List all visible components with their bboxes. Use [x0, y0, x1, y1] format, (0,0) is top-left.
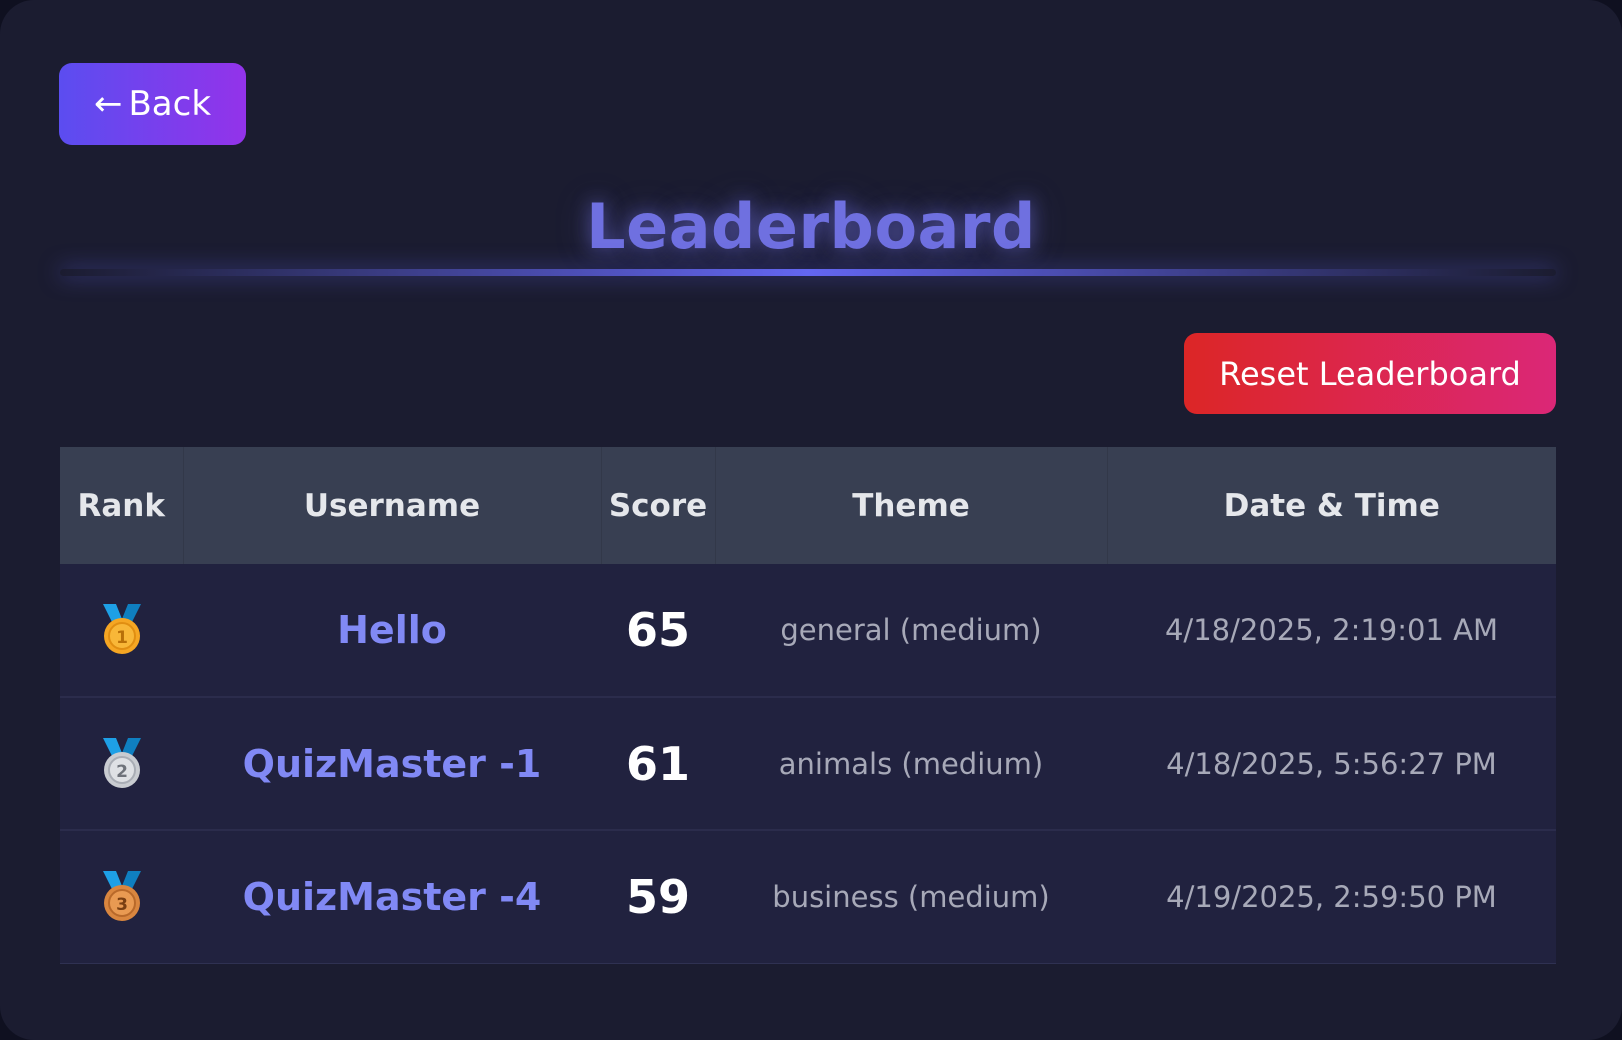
svg-text:3: 3	[116, 895, 128, 915]
back-button-label: Back	[128, 84, 212, 124]
rank-cell: 2	[60, 697, 183, 830]
table-row: 3 QuizMaster -4 59 business (medium) 4/1…	[60, 830, 1556, 963]
reset-button-label: Reset Leaderboard	[1219, 354, 1521, 393]
column-header-score: Score	[601, 447, 716, 564]
table-row: 2 QuizMaster -1 61 animals (medium) 4/18…	[60, 697, 1556, 830]
theme-cell: general (medium)	[780, 613, 1042, 647]
title-divider	[60, 269, 1556, 276]
reset-leaderboard-button[interactable]: Reset Leaderboard	[1184, 333, 1556, 414]
back-arrow-icon: ←	[93, 84, 123, 124]
username-cell: Hello	[337, 608, 447, 652]
leaderboard-table: Rank Username Score Theme Date & Time 1	[60, 447, 1556, 964]
theme-cell: animals (medium)	[778, 746, 1044, 781]
rank-cell: 1	[60, 564, 183, 697]
table-row: 1 Hello 65 general (medium) 4/18/2025, 2…	[60, 564, 1556, 697]
datetime-cell: 4/18/2025, 5:56:27 PM	[1166, 746, 1497, 781]
datetime-cell: 4/18/2025, 2:19:01 AM	[1164, 613, 1498, 647]
username-cell: QuizMaster -4	[242, 874, 542, 919]
app-frame: ← Back Leaderboard Reset Leaderboard Ran…	[0, 0, 1622, 1040]
column-header-datetime: Date & Time	[1223, 487, 1440, 524]
svg-text:1: 1	[116, 628, 128, 648]
bronze-medal-icon: 3	[102, 870, 141, 921]
page-title: Leaderboard	[586, 190, 1036, 263]
score-cell: 59	[625, 869, 690, 924]
datetime-cell: 4/19/2025, 2:59:50 PM	[1166, 879, 1497, 914]
silver-medal-icon: 2	[102, 737, 141, 788]
column-header-theme: Theme	[715, 447, 1108, 564]
back-button[interactable]: ← Back	[59, 63, 246, 145]
column-header-rank: Rank	[60, 447, 184, 564]
theme-cell: business (medium)	[772, 879, 1050, 914]
username-cell: QuizMaster -1	[242, 741, 542, 786]
score-cell: 65	[625, 603, 690, 657]
table-header-row: Rank Username Score Theme Date & Time	[60, 447, 1556, 564]
column-header-username: Username	[183, 447, 602, 564]
rank-cell: 3	[60, 830, 183, 963]
score-cell: 61	[625, 736, 690, 791]
svg-text:2: 2	[116, 762, 128, 782]
gold-medal-icon: 1	[102, 604, 141, 654]
